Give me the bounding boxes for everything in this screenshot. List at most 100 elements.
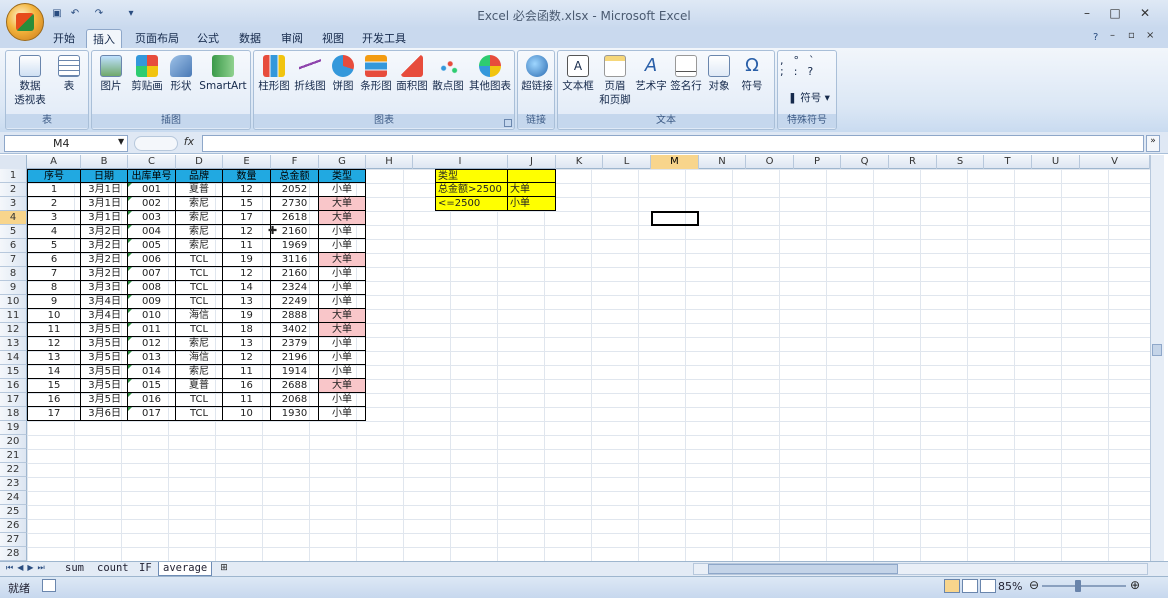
table-cell[interactable]: TCL bbox=[176, 281, 223, 295]
table-cell[interactable]: 12 bbox=[223, 225, 271, 239]
table-cell[interactable]: 004 bbox=[128, 225, 176, 239]
table-cell[interactable]: 大单 bbox=[319, 309, 366, 323]
shapes-button[interactable]: 形状 bbox=[166, 55, 196, 93]
column-header-g[interactable]: G bbox=[319, 155, 366, 169]
bar-chart-button[interactable]: 条形图 bbox=[358, 55, 394, 93]
table-cell[interactable]: 3月5日 bbox=[81, 337, 128, 351]
table-cell[interactable]: 012 bbox=[128, 337, 176, 351]
table-cell[interactable]: 小单 bbox=[319, 393, 366, 407]
table-cell[interactable]: 2196 bbox=[271, 351, 319, 365]
table-cell[interactable]: 2379 bbox=[271, 337, 319, 351]
row-header-2[interactable]: 2 bbox=[0, 183, 27, 197]
table-cell[interactable]: 2688 bbox=[271, 379, 319, 393]
table-cell[interactable]: 大单 bbox=[319, 323, 366, 337]
table-cell[interactable]: 12 bbox=[223, 267, 271, 281]
table-cell[interactable]: 15 bbox=[223, 197, 271, 211]
name-box-dropdown-icon[interactable]: ▼ bbox=[118, 137, 124, 146]
table-cell[interactable]: 9 bbox=[27, 295, 81, 309]
smartart-button[interactable]: SmartArt bbox=[196, 55, 250, 93]
table-cell[interactable]: 11 bbox=[223, 239, 271, 253]
table-cell[interactable]: 2160 bbox=[271, 267, 319, 281]
row-header-18[interactable]: 18 bbox=[0, 407, 27, 421]
table-cell[interactable]: 小单 bbox=[319, 225, 366, 239]
object-button[interactable]: 对象 bbox=[704, 55, 734, 93]
table-cell[interactable]: 3月1日 bbox=[81, 197, 128, 211]
table-cell[interactable]: 3月4日 bbox=[81, 295, 128, 309]
table-cell[interactable]: 15 bbox=[27, 379, 81, 393]
table-cell[interactable]: 11 bbox=[223, 365, 271, 379]
row-header-24[interactable]: 24 bbox=[0, 491, 27, 505]
column-header-p[interactable]: P bbox=[794, 155, 841, 169]
table-header-cell[interactable]: 数量 bbox=[223, 169, 271, 183]
table-cell[interactable]: 17 bbox=[223, 211, 271, 225]
table-cell[interactable]: 3月3日 bbox=[81, 281, 128, 295]
row-header-4[interactable]: 4 bbox=[0, 211, 27, 225]
normal-view-icon[interactable] bbox=[944, 579, 960, 593]
column-header-h[interactable]: H bbox=[366, 155, 413, 169]
tab-page-layout[interactable]: 页面布局 bbox=[129, 29, 185, 48]
table-cell[interactable]: 3月6日 bbox=[81, 407, 128, 421]
sheet-tab-count[interactable]: count bbox=[93, 562, 133, 576]
table-cell[interactable]: 2730 bbox=[271, 197, 319, 211]
ribbon-minimize-icon[interactable]: – bbox=[1110, 30, 1115, 41]
table-cell[interactable]: 索尼 bbox=[176, 239, 223, 253]
row-header-13[interactable]: 13 bbox=[0, 337, 27, 351]
row-header-17[interactable]: 17 bbox=[0, 393, 27, 407]
area-chart-button[interactable]: 面积图 bbox=[394, 55, 430, 93]
row-header-6[interactable]: 6 bbox=[0, 239, 27, 253]
table-cell[interactable]: 1914 bbox=[271, 365, 319, 379]
special-symbol-button[interactable]: ❚ 符号 ▾ bbox=[784, 91, 834, 105]
table-cell[interactable]: 007 bbox=[128, 267, 176, 281]
table-cell[interactable]: 005 bbox=[128, 239, 176, 253]
table-header-cell[interactable]: 序号 bbox=[27, 169, 81, 183]
table-cell[interactable]: 大单 bbox=[319, 197, 366, 211]
macro-record-icon[interactable] bbox=[42, 579, 56, 592]
column-header-b[interactable]: B bbox=[81, 155, 128, 169]
table-cell[interactable]: 19 bbox=[223, 253, 271, 267]
table-cell[interactable]: 3月5日 bbox=[81, 379, 128, 393]
row-header-19[interactable]: 19 bbox=[0, 421, 27, 435]
column-header-k[interactable]: K bbox=[556, 155, 603, 169]
table-cell[interactable]: TCL bbox=[176, 253, 223, 267]
row-header-3[interactable]: 3 bbox=[0, 197, 27, 211]
select-all-button[interactable] bbox=[0, 155, 27, 169]
text-box-button[interactable]: A 文本框 bbox=[560, 55, 596, 93]
table-cell[interactable]: 小单 bbox=[319, 365, 366, 379]
column-header-c[interactable]: C bbox=[128, 155, 176, 169]
table-cell[interactable]: 索尼 bbox=[176, 337, 223, 351]
row-header-10[interactable]: 10 bbox=[0, 295, 27, 309]
table-cell[interactable]: 010 bbox=[128, 309, 176, 323]
table-cell[interactable]: 14 bbox=[223, 281, 271, 295]
table-cell[interactable]: 3402 bbox=[271, 323, 319, 337]
table-cell[interactable]: 11 bbox=[27, 323, 81, 337]
zoom-slider-thumb[interactable] bbox=[1075, 580, 1081, 592]
table-cell[interactable]: 13 bbox=[223, 295, 271, 309]
column-header-q[interactable]: Q bbox=[841, 155, 889, 169]
zoom-out-icon[interactable]: ⊖ bbox=[1029, 578, 1039, 592]
minimize-button[interactable]: – bbox=[1077, 5, 1097, 21]
column-header-f[interactable]: F bbox=[271, 155, 319, 169]
table-cell[interactable]: 3月2日 bbox=[81, 239, 128, 253]
row-header-12[interactable]: 12 bbox=[0, 323, 27, 337]
tab-view[interactable]: 视图 bbox=[316, 29, 350, 48]
table-cell[interactable]: 1 bbox=[27, 183, 81, 197]
signature-line-button[interactable]: 签名行 bbox=[668, 55, 704, 93]
table-button[interactable]: 表 bbox=[52, 55, 86, 93]
column-header-s[interactable]: S bbox=[937, 155, 984, 169]
table-cell[interactable]: 2160 bbox=[271, 225, 319, 239]
row-header-15[interactable]: 15 bbox=[0, 365, 27, 379]
table-cell[interactable]: 19 bbox=[223, 309, 271, 323]
table-header-cell[interactable]: 日期 bbox=[81, 169, 128, 183]
row-header-16[interactable]: 16 bbox=[0, 379, 27, 393]
table-cell[interactable]: 海信 bbox=[176, 351, 223, 365]
close-button[interactable]: ✕ bbox=[1135, 5, 1155, 21]
special-symbols-grid[interactable]: ,°`;:? bbox=[780, 55, 836, 77]
insert-sheet-icon[interactable]: ⊞ bbox=[216, 563, 232, 575]
charts-dialog-launcher-icon[interactable] bbox=[504, 119, 512, 127]
criteria-condition-cell[interactable]: <=2500 bbox=[435, 197, 508, 211]
line-chart-button[interactable]: 折线图 bbox=[292, 55, 328, 93]
criteria-title-empty-cell[interactable] bbox=[508, 169, 556, 183]
table-cell[interactable]: 2052 bbox=[271, 183, 319, 197]
table-cell[interactable]: 006 bbox=[128, 253, 176, 267]
symbol-button[interactable]: Ω 符号 bbox=[734, 55, 770, 93]
